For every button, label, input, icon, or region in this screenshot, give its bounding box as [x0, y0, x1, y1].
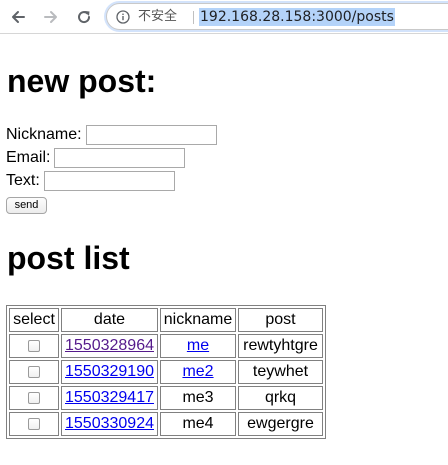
date-link[interactable]: 1550329190: [65, 363, 154, 380]
date-cell: 1550329190: [61, 360, 158, 384]
info-icon[interactable]: [116, 10, 130, 24]
email-row: Email:: [6, 148, 186, 168]
table-row: 1550329190 me2 teywhet: [9, 360, 323, 384]
row-checkbox[interactable]: [28, 365, 40, 378]
row-checkbox[interactable]: [28, 339, 40, 352]
nickname-row: Nickname:: [6, 125, 217, 145]
arrow-right-icon: [44, 11, 57, 23]
address-separator: [193, 11, 194, 24]
url-text[interactable]: 192.168.28.158:3000/posts: [199, 8, 395, 26]
table-header-row: select date nickname post: [9, 308, 323, 332]
nickname-cell: me4: [160, 412, 236, 436]
post-cell: rewtyhtgre: [238, 334, 323, 358]
email-input[interactable]: [54, 148, 186, 168]
header-select: select: [9, 308, 59, 332]
reload-button[interactable]: [74, 7, 94, 27]
browser-toolbar: 不安全 192.168.28.158:3000/posts: [0, 0, 448, 34]
date-cell: 1550329417: [61, 386, 158, 410]
back-button[interactable]: [8, 7, 28, 27]
table-row: 1550330924 me4 ewgergre: [9, 412, 323, 436]
header-date: date: [61, 308, 158, 332]
select-cell: [9, 412, 59, 436]
select-cell: [9, 334, 59, 358]
text-label: Text:: [6, 172, 40, 189]
nickname-link[interactable]: me2: [182, 363, 213, 380]
row-checkbox[interactable]: [28, 417, 40, 430]
text-row: Text:: [6, 171, 175, 191]
forward-button[interactable]: [41, 7, 61, 27]
date-link[interactable]: 1550329417: [65, 389, 154, 406]
security-label[interactable]: 不安全: [138, 9, 177, 25]
address-bar[interactable]: 不安全 192.168.28.158:3000/posts: [106, 3, 448, 30]
table-row: 1550329417 me3 qrkq: [9, 386, 323, 410]
post-cell: teywhet: [238, 360, 323, 384]
nickname-cell: me3: [160, 386, 236, 410]
arrow-left-icon: [12, 11, 25, 23]
nickname-cell: me: [160, 334, 236, 358]
date-cell: 1550328964: [61, 334, 158, 358]
header-nickname: nickname: [160, 308, 236, 332]
nickname-label: Nickname:: [6, 126, 82, 143]
select-cell: [9, 386, 59, 410]
table-row: 1550328964 me rewtyhtgre: [9, 334, 323, 358]
posts-table: select date nickname post 1550328964 me …: [6, 305, 326, 439]
date-link[interactable]: 1550330924: [65, 415, 154, 432]
post-list-heading: post list: [7, 240, 130, 276]
post-cell: qrkq: [238, 386, 323, 410]
email-label: Email:: [6, 149, 51, 166]
reload-icon: [78, 11, 91, 24]
nickname-input[interactable]: [85, 125, 217, 145]
new-post-heading: new post:: [7, 63, 157, 99]
text-input[interactable]: [43, 171, 175, 191]
post-cell: ewgergre: [238, 412, 323, 436]
select-cell: [9, 360, 59, 384]
date-cell: 1550330924: [61, 412, 158, 436]
header-post: post: [238, 308, 323, 332]
nickname-link[interactable]: me: [187, 337, 209, 354]
nickname-cell: me2: [160, 360, 236, 384]
send-button[interactable]: send: [6, 197, 47, 214]
date-link[interactable]: 1550328964: [65, 337, 154, 354]
row-checkbox[interactable]: [28, 391, 40, 404]
